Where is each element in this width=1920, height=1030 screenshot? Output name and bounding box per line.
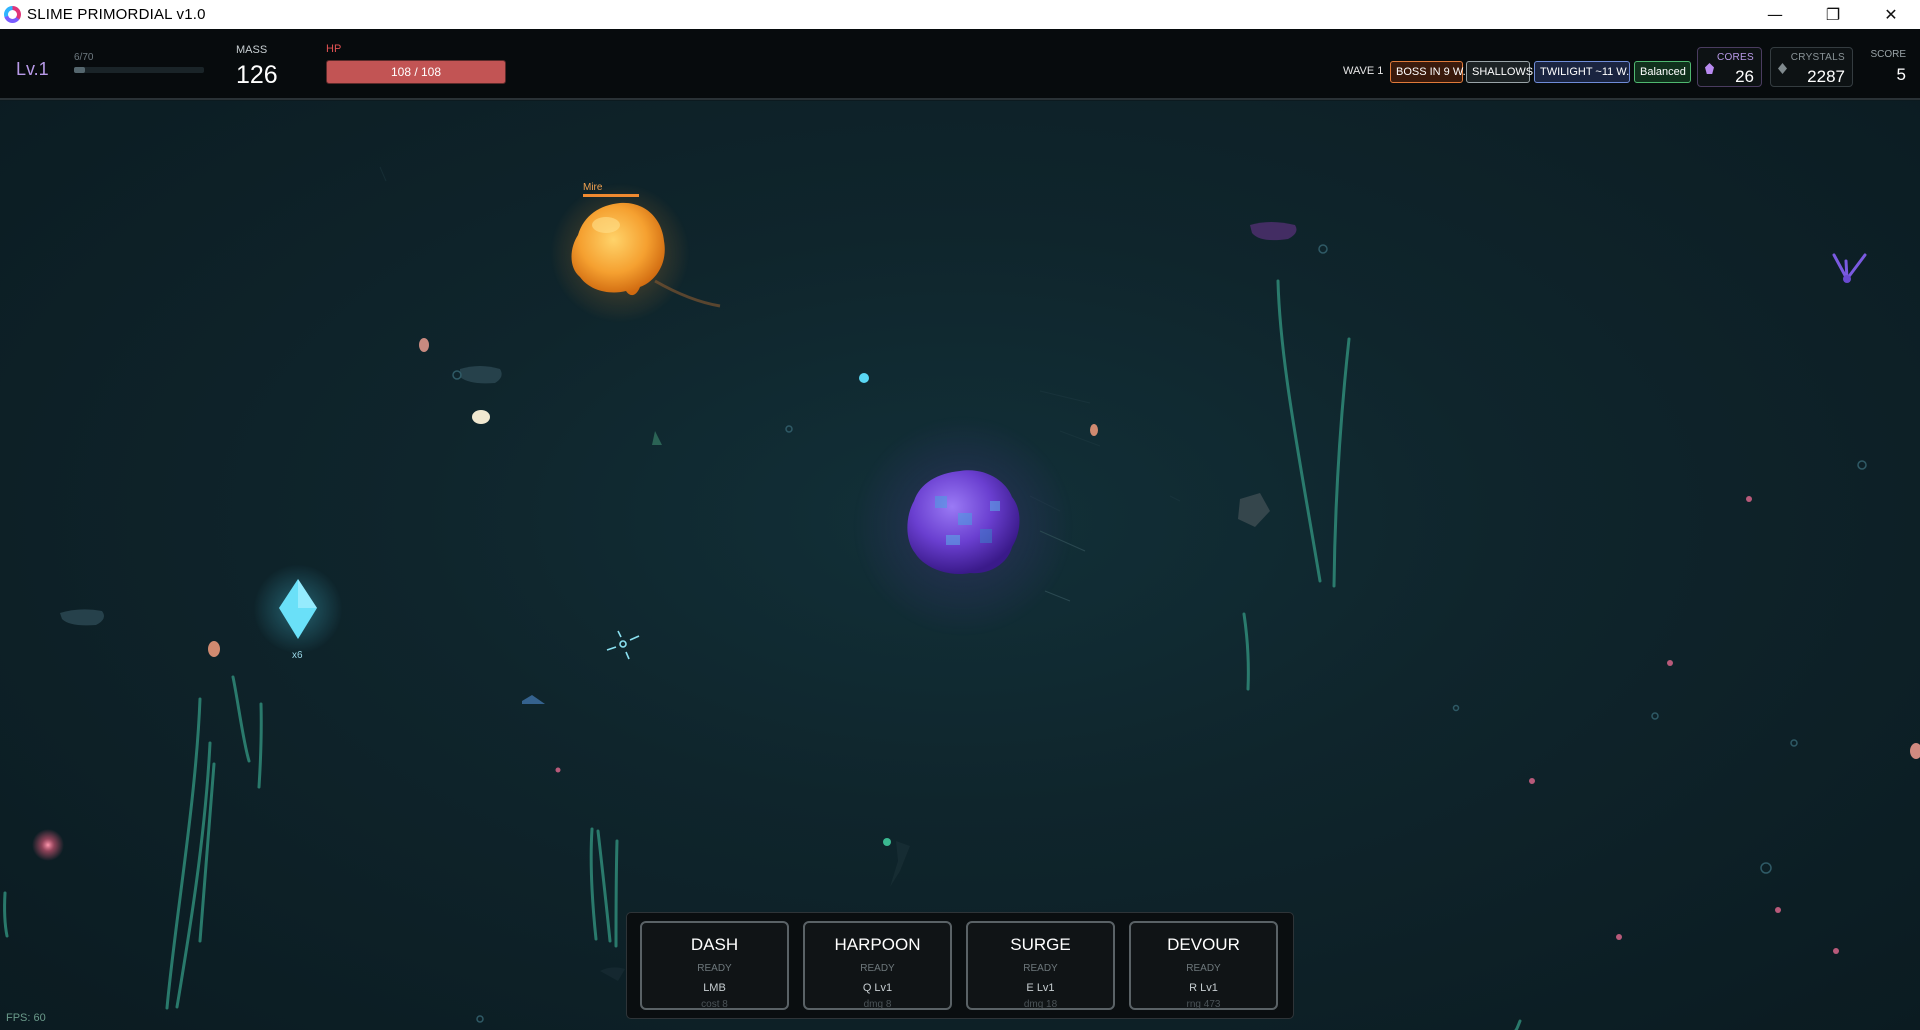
crystal-pickup-count: x6 <box>292 650 303 661</box>
app-icon <box>4 6 21 23</box>
ability-key: LMB <box>703 982 726 994</box>
cores-value: 26 <box>1735 67 1754 86</box>
xp-bar-fill <box>74 67 86 73</box>
ability-key: Q Lv1 <box>862 982 893 994</box>
time-of-day-badge: TWILIGHT ~11 W. <box>1534 61 1630 83</box>
hp-text: 108 / 108 <box>390 65 442 79</box>
player-level: Lv.1 <box>16 59 49 79</box>
score-value: 5 <box>1896 65 1906 84</box>
window-controls: — ❐ ✕ <box>1746 0 1920 29</box>
zone-badge: SHALLOWS <box>1466 61 1533 83</box>
restore-icon[interactable]: ❐ <box>1804 0 1862 29</box>
bubbles <box>452 244 1867 1023</box>
crystal-pickup <box>253 564 343 654</box>
current-streaks <box>379 166 1181 512</box>
minimize-icon[interactable]: — <box>1746 0 1804 29</box>
score-label: SCORE <box>1870 49 1906 60</box>
ability-name: DEVOUR <box>1167 935 1240 954</box>
mass-value: 126 <box>236 61 278 89</box>
debris <box>60 222 1297 981</box>
ability-status: READY <box>1186 963 1221 974</box>
aim-reticle-icon <box>606 630 640 660</box>
ability-devour[interactable]: DEVOUR READY R Lv1 rng 473 <box>1129 921 1278 1010</box>
mass-label: MASS <box>236 44 268 56</box>
ability-harpoon[interactable]: HARPOON READY Q Lv1 dmg 8 <box>803 921 952 1010</box>
window-titlebar: SLIME PRIMORDIAL v1.0 — ❐ ✕ <box>0 0 1920 29</box>
coral-creature <box>1832 253 1867 283</box>
ability-dash[interactable]: DASH READY LMB cost 8 <box>640 921 789 1010</box>
crystals-counter: CRYSTALS 2287 <box>1770 47 1853 87</box>
difficulty-badge: Balanced <box>1634 61 1691 83</box>
ability-bar: DASH READY LMB cost 8 HARPOON READY Q Lv… <box>626 912 1294 1019</box>
crystals-label: CRYSTALS <box>1790 52 1845 63</box>
crystals-value: 2287 <box>1807 67 1845 86</box>
ability-status: READY <box>860 963 895 974</box>
game-world[interactable]: Mire x6 FPS: 60 <box>0 101 1920 1030</box>
food-particles <box>208 338 1920 954</box>
boss-countdown-badge: BOSS IN 9 W. <box>1390 61 1466 83</box>
window-title: SLIME PRIMORDIAL v1.0 <box>27 6 206 23</box>
ability-key: E Lv1 <box>1026 982 1055 994</box>
crystal-icon <box>1778 63 1787 74</box>
ability-stat: rng 473 <box>1186 999 1221 1010</box>
close-icon[interactable]: ✕ <box>1862 0 1920 29</box>
glow-orb <box>32 829 64 861</box>
ability-name: SURGE <box>1010 935 1071 954</box>
ability-key: R Lv1 <box>1189 982 1218 994</box>
hp-label: HP <box>326 43 342 55</box>
boss-slime <box>550 183 721 323</box>
ability-stat: dmg 8 <box>863 999 892 1010</box>
world-canvas <box>3 166 1920 1030</box>
boss-name-label: Mire <box>583 182 603 193</box>
ability-stat: dmg 18 <box>1023 999 1058 1010</box>
cores-counter: CORES 26 <box>1697 47 1762 87</box>
wave-label: WAVE 1 <box>1343 65 1384 77</box>
ability-status: READY <box>1023 963 1058 974</box>
ability-name: DASH <box>690 935 739 954</box>
core-icon <box>1705 63 1714 74</box>
boss-health-bar <box>583 194 639 197</box>
hud-bar: Lv.1 6/70 MASS 126 HP 108 / 108 WAVE 1 B… <box>0 29 1920 100</box>
xp-bar <box>74 67 204 73</box>
fps-counter: FPS: 60 <box>6 1012 46 1024</box>
ability-status: READY <box>697 963 732 974</box>
player-slime <box>853 416 1086 636</box>
ability-surge[interactable]: SURGE READY E Lv1 dmg 18 <box>966 921 1115 1010</box>
ability-stat: cost 8 <box>701 999 728 1010</box>
xp-text: 6/70 <box>74 52 94 63</box>
hp-bar: 108 / 108 <box>326 60 506 84</box>
ability-name: HARPOON <box>834 935 921 954</box>
cores-label: CORES <box>1716 52 1754 63</box>
